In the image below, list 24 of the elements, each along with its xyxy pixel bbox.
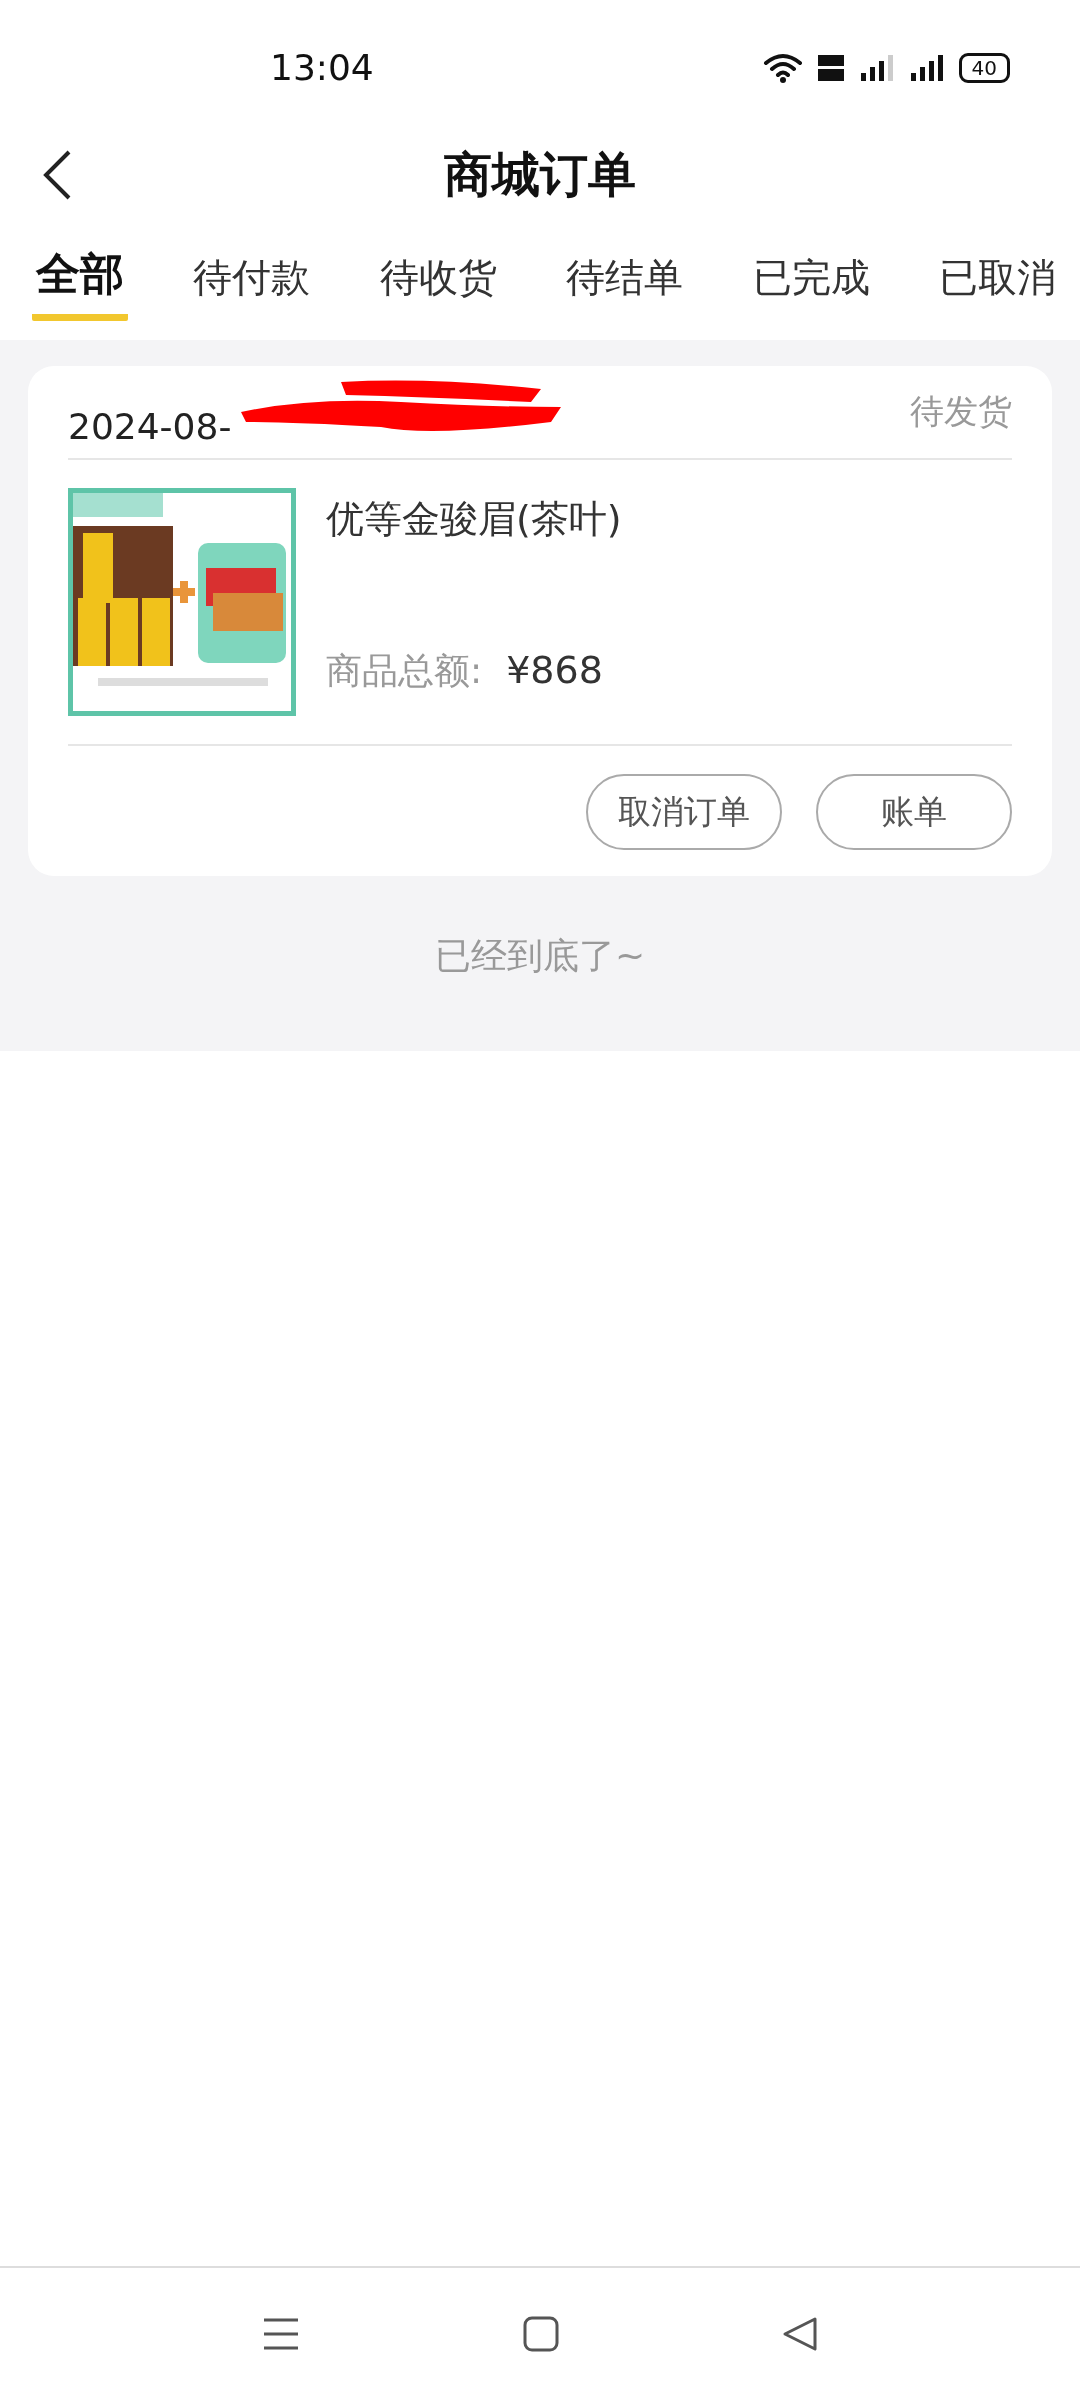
total-label: 商品总额: <box>326 649 483 693</box>
order-tab[interactable]: 待收货 <box>375 240 501 315</box>
order-tab[interactable]: 全部 <box>32 234 128 321</box>
product-name: 优等金骏眉(茶叶) <box>326 496 622 543</box>
order-tab[interactable]: 已完成 <box>748 240 874 315</box>
back-icon[interactable] <box>782 2316 819 2352</box>
order-action-button[interactable]: 账单 <box>816 774 1012 850</box>
order-status: 待发货 <box>910 390 1012 433</box>
wifi-icon <box>762 52 803 83</box>
order-action-button[interactable]: 取消订单 <box>586 774 782 850</box>
signal-icon <box>908 52 945 83</box>
menu-icon[interactable] <box>261 2317 300 2351</box>
battery-icon: 40 <box>958 52 1010 83</box>
status-time: 13:04 <box>270 47 374 88</box>
order-tab[interactable]: 待结单 <box>562 240 688 315</box>
page-title: 商城订单 <box>444 145 636 204</box>
order-date: 2024-08- <box>68 406 232 447</box>
signal-icon <box>858 52 895 83</box>
order-tab[interactable]: 待付款 <box>189 240 315 315</box>
end-of-list-note: 已经到底了~ <box>434 934 646 978</box>
total-price: ¥868 <box>506 648 603 692</box>
home-icon[interactable] <box>523 2316 559 2352</box>
back-icon[interactable] <box>42 149 72 201</box>
order-tab[interactable]: 已取消 <box>934 240 1060 315</box>
